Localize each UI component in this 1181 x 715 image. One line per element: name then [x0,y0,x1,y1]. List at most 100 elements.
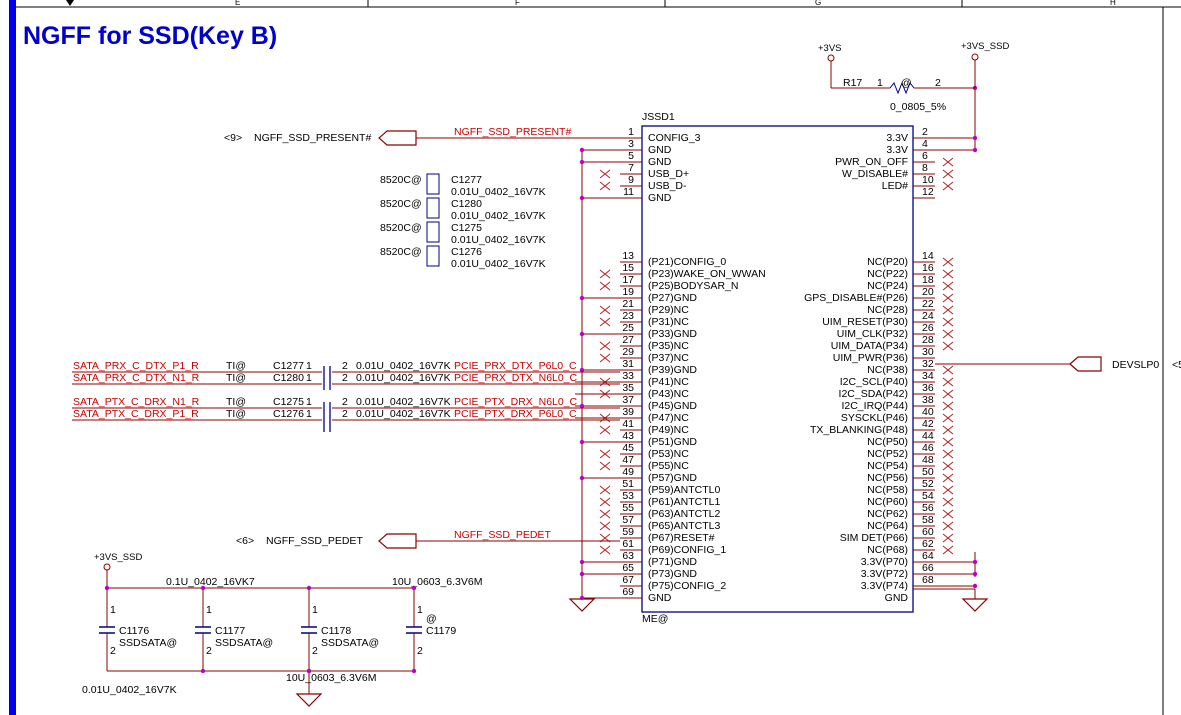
right-pin-name: NC(P54) [867,460,908,472]
no-connect-mark [942,269,954,279]
right-pin-number: 34 [922,370,934,382]
connector-ref: JSSD1 [642,111,675,123]
right-pin-name: I2C_SDA(P42) [839,388,908,400]
border-col-h: H [1110,0,1116,7]
sata-coupling-row[interactable]: SATA_PRX_C_DTX_P1_R TI@ C1277 1 2 0.01U_0402_… [72,360,620,373]
right-pin-name: PWR_ON_OFF [835,156,908,168]
gnd-junction [579,475,585,481]
left-pin-name: GND [648,592,672,604]
gnd-junction [306,668,312,674]
sata-cap-ref: C1277 [273,360,304,372]
sata-cap-value: 0.01U_0402_16V7K [356,372,451,384]
right-pin-row[interactable]: 14 NC(P20) [867,250,954,268]
right-pin-name: 3.3V [886,132,908,144]
cap-legend-value: 0.01U_0402_16V7K [451,210,546,222]
right-pin-number: 40 [922,406,934,418]
sata-coupling-row[interactable]: SATA_PRX_C_DTX_N1_R TI@ C1280 1 2 0.01U_0402_… [72,372,620,385]
decoupling-cap-pin2: 2 [312,645,318,657]
decoupling-cap-ref: C1177 [215,625,245,637]
left-pin-name: (P45)GND [648,400,697,412]
right-pin-name: NC(P58) [867,484,908,496]
no-connect-mark [599,353,611,363]
right-pin-name: LED# [882,180,908,192]
left-pin-name: (P33)GND [648,328,697,340]
no-connect-mark [599,485,611,495]
sata-left-net: SATA_PRX_C_DTX_P1_R [73,360,199,372]
decoupling-cap[interactable]: 1 2C1177SSDSATA@ [195,588,273,671]
left-pin-number: 9 [628,174,634,186]
right-pin-name: SYSCKL(P46) [841,412,908,424]
left-pin-row[interactable]: 13 (P21)CONFIG_0 [620,250,726,268]
left-pin-number: 63 [622,550,634,562]
offpage-ngff-ssd-pedet[interactable]: <6> NGFF_SSD_PEDET NGFF_SSD_PEDET [236,529,620,549]
right-pin-name: UIM_PWR(P36) [833,352,908,364]
power-junction [972,583,978,589]
sata-cap-ref: C1280 [273,372,304,384]
cap-legend-option: 8520C@ [380,174,422,186]
left-pin-name: GND [648,156,672,168]
svg-text:NGFF_SSD_PRESENT#: NGFF_SSD_PRESENT# [454,126,571,138]
right-pin-name: GND [885,592,909,604]
no-connect-mark [942,509,954,519]
no-connect-mark [942,377,954,387]
cap-legend-item: 8520C@ C12750.01U_0402_16V7K [380,221,546,246]
sata-option: TI@ [226,396,246,408]
decoupling-cap[interactable]: 1 2C1179@ [406,588,456,671]
right-pin-name: NC(P64) [867,520,908,532]
schematic-sheet: E F G H NGFF for SSD(Key B) JSSD1 ME@ 1C… [9,0,1181,715]
right-pin-name: NC(P60) [867,496,908,508]
cap-legend-item: 8520C@ C12800.01U_0402_16V7K [380,197,546,222]
left-pin-name: (P71)GND [648,556,697,568]
offpage-devslp0[interactable]: DEVSLP0 <5 [935,356,1181,372]
sata-cap-value: 0.01U_0402_16V7K [356,396,451,408]
left-pin-name: (P61)ANTCTL1 [648,496,721,508]
svg-text:1: 1 [877,77,883,89]
right-pin-number: 6 [922,150,928,162]
sata-cap-pin2: 2 [342,408,348,420]
decoupling-cap[interactable]: 1 2C1176SSDSATA@ [99,588,177,671]
rail-junction [104,585,110,591]
sata-coupling-rows: SATA_PRX_C_DTX_P1_R TI@ C1277 1 2 0.01U_0402_… [72,360,620,432]
no-connect-mark [599,425,611,435]
left-pin-number: 61 [622,538,634,550]
no-connect-mark [599,521,611,531]
rail-junction [411,585,417,591]
no-connect-mark [942,497,954,507]
right-pin-row[interactable]: 12 [913,186,935,199]
left-pin-name: (P51)GND [648,436,697,448]
left-pin-row[interactable]: 7 USB_D+ [599,162,689,180]
right-pin-number: 60 [922,526,934,538]
left-pin-number: 25 [622,322,634,334]
sata-coupling-row[interactable]: SATA_PTX_C_DRX_P1_R TI@ C1276 1 2 0.01U_0402_… [72,408,620,421]
decoupling-cap-pin2: 2 [417,645,423,657]
sata-coupling-row[interactable]: SATA_PTX_C_DRX_N1_R TI@ C1275 1 2 0.01U_0402_… [72,396,620,409]
right-pin-number: 28 [922,334,934,346]
left-pin-number: 55 [622,502,634,514]
left-pin-name: (P75)CONFIG_2 [648,580,726,592]
right-pin-number: 58 [922,514,934,526]
gnd-junction [579,331,585,337]
resistor-r17[interactable]: R17 1 @ 2 0_0805_5% [831,77,975,113]
gnd-junction [411,668,417,674]
no-connect-mark [942,341,954,351]
left-pin-name: GND [648,144,672,156]
left-pin-number: 11 [623,186,634,198]
sata-cap-value: 0.01U_0402_16V7K [356,360,451,372]
right-pin-name: 3.3V(P72) [861,568,908,580]
left-pin-name: (P41)NC [648,376,689,388]
decoupling-cap[interactable]: 1 2C1178SSDSATA@ [301,588,379,671]
left-pin-number: 1 [628,126,634,138]
sata-right-net: PCIE_PRX_DTX_P6L0_C [454,360,577,372]
rail-junction [306,585,312,591]
right-pin-name: SIM DET(P66) [840,532,908,544]
sata-left-net: SATA_PRX_C_DTX_N1_R [73,372,200,384]
right-pin-row[interactable]: GND [885,592,909,604]
offpage-ngff-ssd-present[interactable]: <9> NGFF_SSD_PRESENT# NGFF_SSD_PRESENT# [224,126,620,146]
cap-legend: 8520C@ C12770.01U_0402_16V7K8520C@ C12800.… [380,173,546,270]
right-pin-row[interactable]: 2 3.3V [886,126,975,144]
no-connect-mark [942,281,954,291]
sata-cap-ref: C1276 [273,408,304,420]
sata-option: TI@ [226,408,246,420]
right-pin-number: 46 [922,442,934,454]
right-pin-name: NC(P50) [867,436,908,448]
